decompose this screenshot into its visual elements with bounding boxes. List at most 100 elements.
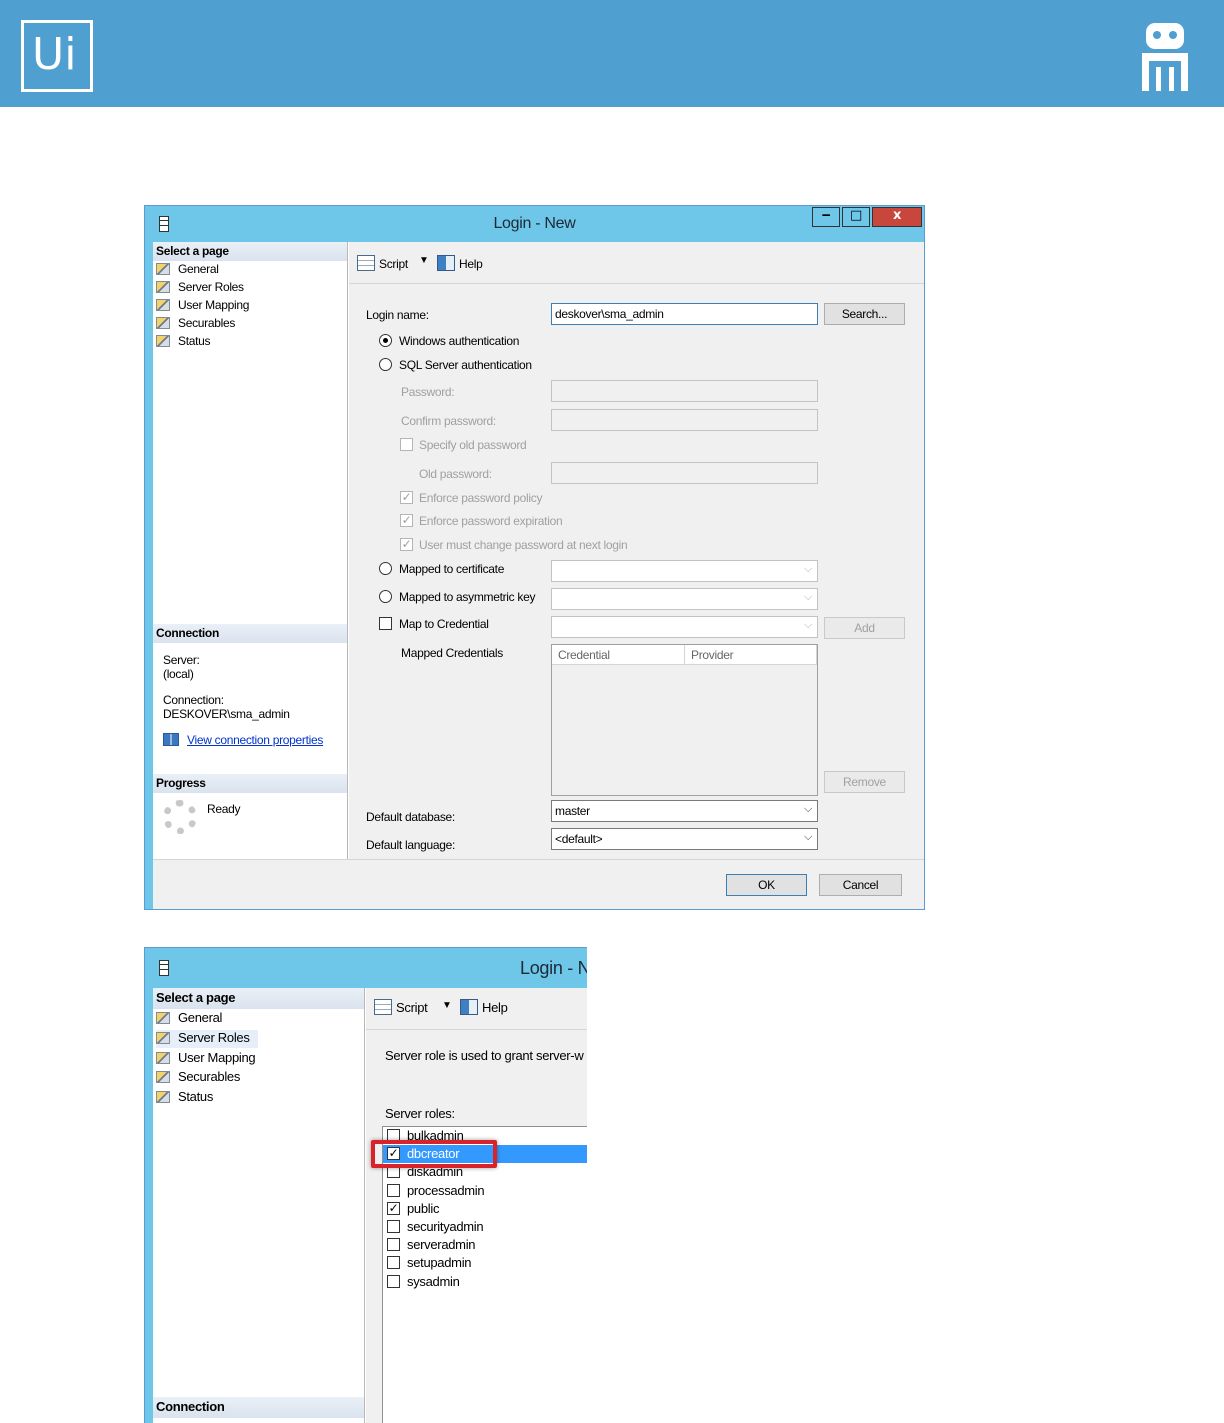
server-roles-label: Server roles: — [385, 1106, 455, 1121]
old-password-label: Old password: — [419, 467, 492, 481]
login-name-label: Login name: — [366, 308, 429, 322]
toolbar: Script ▼ Help — [366, 988, 587, 1030]
maximize-button[interactable]: □ — [842, 207, 870, 227]
nav-item-securables[interactable]: Securables — [156, 1069, 240, 1087]
default-language-combo[interactable]: <default> ⌵ — [551, 828, 818, 850]
mapped-asym-label: Mapped to asymmetric key — [399, 590, 536, 604]
login-new-window: Login - New ‒ □ x Select a page General … — [144, 205, 925, 910]
nav-item-server-roles[interactable]: Server Roles — [156, 280, 244, 298]
server-role-checkbox[interactable] — [387, 1274, 400, 1288]
windows-auth-radio[interactable] — [379, 334, 392, 347]
help-button[interactable]: Help — [437, 255, 483, 271]
server-role-name: setupadmin — [407, 1255, 472, 1271]
mapped-cert-radio[interactable] — [379, 562, 392, 575]
server-roles-page: Script ▼ Help Server role is used to gra… — [366, 988, 587, 1423]
password-input[interactable] — [551, 380, 818, 402]
server-role-row[interactable]: sysadmin — [383, 1273, 587, 1291]
window-frame — [145, 988, 153, 1423]
server-roles-list[interactable]: bulkadmin ✓ dbcreator diskadmin processadmin… — [371, 1126, 587, 1423]
server-role-checkbox[interactable] — [387, 1238, 400, 1252]
map-credential-checkbox[interactable] — [379, 617, 392, 630]
server-role-row[interactable]: ✓ public — [383, 1200, 587, 1218]
chevron-down-icon: ⌵ — [803, 619, 812, 631]
enforce-expiration-checkbox[interactable]: ✓ — [400, 514, 413, 527]
server-role-row[interactable]: securityadmin — [383, 1218, 587, 1236]
enforce-policy-checkbox[interactable]: ✓ — [400, 491, 413, 504]
close-button[interactable]: x — [872, 207, 922, 227]
old-password-input[interactable] — [551, 462, 818, 484]
script-dropdown-arrow[interactable]: ▼ — [442, 1000, 452, 1011]
must-change-checkbox[interactable]: ✓ — [400, 538, 413, 551]
uipath-banner: Ui — [0, 0, 1224, 107]
chevron-down-icon: ⌵ — [803, 831, 812, 843]
server-role-row[interactable]: processadmin — [383, 1182, 587, 1200]
script-dropdown-arrow[interactable]: ▼ — [419, 255, 429, 266]
map-credential-label: Map to Credential — [399, 617, 489, 631]
window-titlebar[interactable]: Login - N — [145, 948, 587, 988]
server-role-checkbox[interactable] — [387, 1183, 400, 1197]
confirm-password-input[interactable] — [551, 409, 818, 431]
must-change-label: User must change password at next login — [419, 538, 628, 552]
dialog-footer: OK Cancel — [153, 859, 924, 909]
minimize-button[interactable]: ‒ — [812, 207, 840, 227]
page-icon — [156, 1071, 170, 1083]
server-role-row[interactable]: serveradmin — [383, 1236, 587, 1254]
app-icon — [159, 960, 169, 976]
remove-button[interactable]: Remove — [824, 771, 905, 793]
help-button[interactable]: Help — [460, 999, 508, 1015]
view-connection-link[interactable]: View connection properties — [187, 733, 323, 747]
page-icon — [156, 1052, 170, 1064]
mapped-asym-radio[interactable] — [379, 590, 392, 603]
toolbar: Script ▼ Help — [349, 242, 924, 284]
server-role-row[interactable]: setupadmin — [383, 1254, 587, 1272]
sql-auth-radio[interactable] — [379, 358, 392, 371]
grid-header-credential[interactable]: Credential — [552, 645, 685, 665]
select-page-header: Select a page — [153, 242, 347, 261]
page-icon — [156, 1091, 170, 1103]
script-button[interactable]: Script — [357, 255, 408, 271]
credential-combo[interactable]: ⌵ — [551, 616, 818, 638]
default-database-combo[interactable]: master ⌵ — [551, 800, 818, 822]
search-button[interactable]: Search... — [824, 303, 905, 325]
server-role-name: sysadmin — [407, 1273, 460, 1289]
server-role-name: public — [407, 1200, 440, 1216]
mapped-cert-label: Mapped to certificate — [399, 562, 505, 576]
nav-item-general[interactable]: General — [156, 262, 219, 280]
nav-item-general[interactable]: General — [156, 1010, 222, 1028]
dbcreator-highlight-box — [371, 1140, 497, 1168]
window-titlebar[interactable]: Login - New ‒ □ x — [145, 206, 924, 242]
server-role-checkbox[interactable]: ✓ — [387, 1201, 400, 1215]
window-title: Login - N — [520, 958, 587, 978]
script-icon — [357, 255, 375, 271]
nav-item-user-mapping[interactable]: User Mapping — [156, 1050, 256, 1068]
ok-button[interactable]: OK — [726, 874, 807, 896]
certificate-combo[interactable]: ⌵ — [551, 560, 818, 582]
login-name-input[interactable]: deskover\sma_admin — [551, 303, 818, 325]
asymmetric-key-combo[interactable]: ⌵ — [551, 588, 818, 610]
nav-item-user-mapping[interactable]: User Mapping — [156, 298, 249, 316]
mapped-credentials-grid[interactable]: Credential Provider — [551, 644, 818, 796]
nav-item-securables[interactable]: Securables — [156, 316, 235, 334]
nav-item-server-roles[interactable]: Server Roles — [156, 1030, 258, 1048]
enforce-expiration-label: Enforce password expiration — [419, 514, 563, 528]
script-button[interactable]: Script — [374, 999, 428, 1015]
server-label: Server: — [163, 653, 200, 667]
nav-item-status[interactable]: Status — [156, 1089, 213, 1107]
add-button[interactable]: Add — [824, 617, 905, 639]
help-icon — [460, 999, 478, 1015]
script-icon — [374, 999, 392, 1015]
server-role-name: processadmin — [407, 1182, 485, 1198]
server-role-checkbox[interactable] — [387, 1256, 400, 1270]
default-database-label: Default database: — [366, 810, 455, 824]
server-role-checkbox[interactable] — [387, 1220, 400, 1233]
grid-header-provider[interactable]: Provider — [685, 645, 817, 665]
server-role-name: serveradmin — [407, 1237, 476, 1253]
view-connection-properties[interactable]: View connection properties — [163, 733, 323, 747]
specify-old-password-checkbox[interactable] — [400, 438, 413, 451]
cancel-button[interactable]: Cancel — [819, 874, 902, 896]
nav-item-status[interactable]: Status — [156, 334, 211, 352]
connection-header: Connection — [153, 624, 347, 643]
page-icon — [156, 1012, 170, 1024]
page-icon — [156, 317, 170, 329]
page-icon — [156, 299, 170, 311]
